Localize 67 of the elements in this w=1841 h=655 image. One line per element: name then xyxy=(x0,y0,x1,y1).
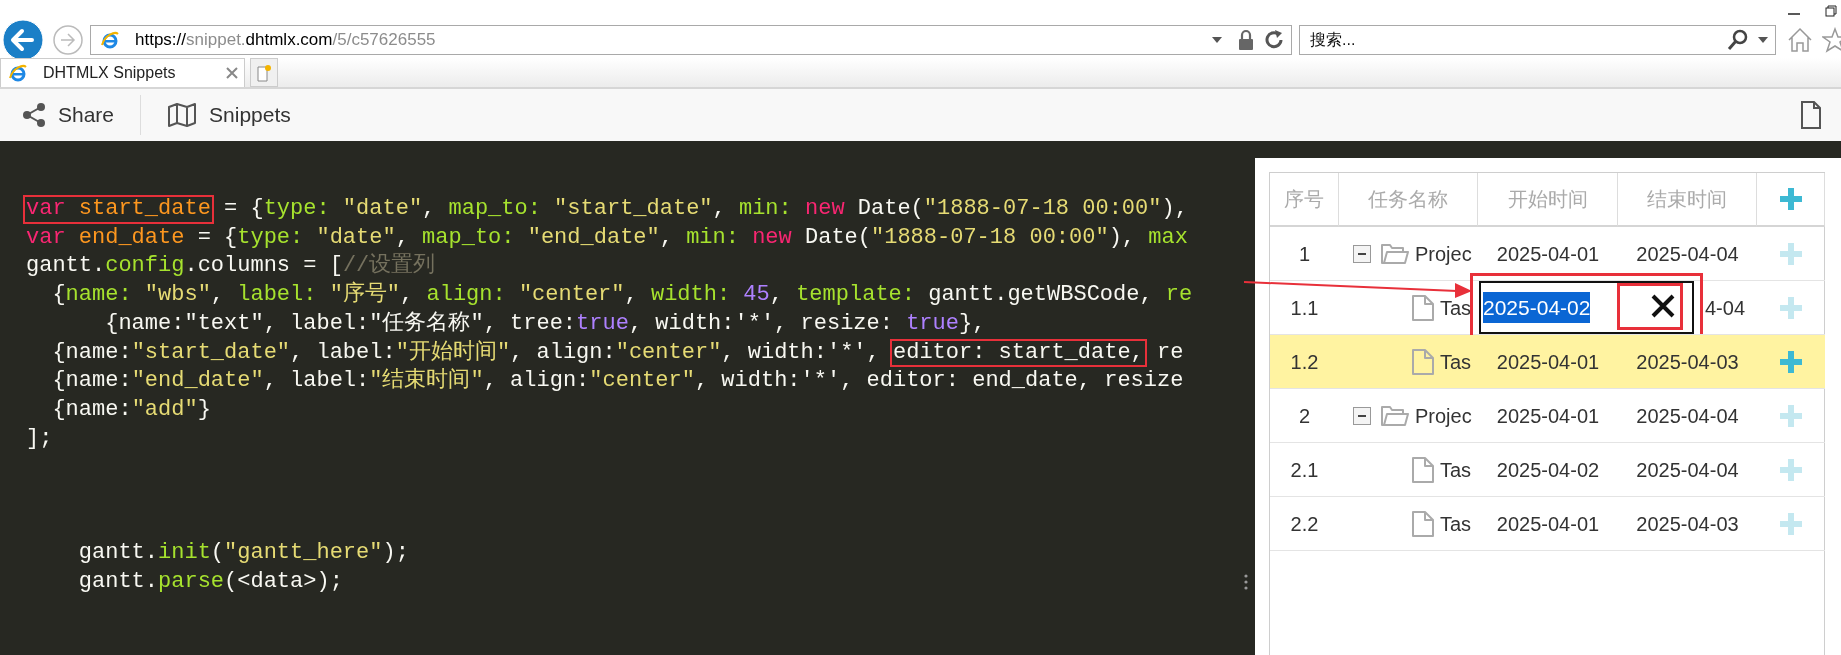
collapse-toggle-icon[interactable] xyxy=(1353,244,1371,263)
browser-tab[interactable]: DHTMLX Snippets xyxy=(0,58,245,87)
table-cell: 2.1 xyxy=(1270,443,1339,497)
address-bar[interactable]: https://snippet.dhtmlx.com/5/c57626555 xyxy=(90,25,1292,55)
table-cell: 2 xyxy=(1270,389,1339,443)
code-line: var end_date = {type: "date", map_to: "end_date", min: new Date("1888-07-18 00:00"), max xyxy=(25,223,1189,252)
url-text: /5/c57626555 xyxy=(332,30,436,50)
home-icon[interactable] xyxy=(1786,27,1814,53)
star-icon[interactable] xyxy=(1822,27,1841,53)
code-line: gantt.init("gantt_here"); xyxy=(77,539,410,568)
search-icon[interactable] xyxy=(1727,29,1749,51)
code-line: {name:"text", label:"任务名称", tree:true, width:'*', resize: true}, xyxy=(104,309,987,338)
file-icon xyxy=(1412,348,1434,375)
close-icon[interactable] xyxy=(1650,293,1676,319)
code-line: var start_date = {type: "date", map_to: "start_date", min: new Date("1888-07-18 00:00"), xyxy=(21,195,1193,224)
url-text: https:// xyxy=(135,30,187,50)
table-cell: 2025-04-04 xyxy=(1618,389,1757,443)
folder-icon xyxy=(1381,242,1409,265)
code-line: {name:"add"} xyxy=(51,395,212,424)
table-cell: 2025-04-02 xyxy=(1478,443,1618,497)
table-cell: 2.2 xyxy=(1270,497,1339,551)
toolbar-button[interactable]: Snippets xyxy=(167,99,291,131)
browser-logo-icon xyxy=(9,64,27,82)
dropdown-caret-icon[interactable] xyxy=(1757,35,1769,45)
file-icon xyxy=(1412,294,1434,321)
back-button[interactable] xyxy=(2,19,44,61)
lock-icon xyxy=(1237,29,1255,51)
task-name: Tas xyxy=(1440,457,1472,483)
code-line: gantt.parse(<data>); xyxy=(77,568,344,597)
code-line: {name:"end_date", label:"结束时间", align:"center", width:'*', editor: end_date, resize xyxy=(51,367,1185,396)
browser-logo-icon xyxy=(101,31,119,49)
restore-icon[interactable] xyxy=(1825,5,1837,17)
file-icon xyxy=(1412,510,1434,537)
add-icon[interactable] xyxy=(1779,188,1802,210)
table-cell: 2025-04-01 xyxy=(1478,389,1618,443)
table-cell: 1.2 xyxy=(1270,335,1339,389)
code-line: gantt.config.columns = [//设置列 xyxy=(25,252,437,281)
table-cell: 2025-04-01 xyxy=(1478,497,1618,551)
table-cell: 2025-04-01 xyxy=(1478,335,1618,389)
toolbar-button[interactable]: Share xyxy=(22,99,115,131)
search-field[interactable]: 搜索... xyxy=(1310,28,1690,52)
share-icon xyxy=(22,102,46,128)
code-line: ]; xyxy=(25,424,54,453)
url-text: snippet. xyxy=(186,30,246,50)
table-cell: 2025-04-03 xyxy=(1618,335,1757,389)
code-line: {name: "wbs", label: "序号", align: "center", width: 45, template: gantt.getWBSCode, re xyxy=(51,281,1194,310)
collapse-toggle-icon[interactable] xyxy=(1353,406,1371,425)
tab-title: DHTMLX Snippets xyxy=(43,63,177,83)
search-box[interactable]: 搜索... xyxy=(1299,25,1776,55)
folder-icon xyxy=(1381,404,1409,427)
table-cell: 2025-04-03 xyxy=(1618,497,1757,551)
code-line: {name:"start_date", label:"开始时间", align:"center", width:'*', editor: start_date, re xyxy=(51,338,1185,367)
url-text: dhtmlx.com xyxy=(245,30,333,50)
drag-handle-icon[interactable] xyxy=(1243,573,1249,591)
task-name: Projec xyxy=(1415,403,1472,429)
map-icon xyxy=(167,102,198,128)
table-cell: 2025-04-04 xyxy=(1618,443,1757,497)
document-icon[interactable] xyxy=(1800,101,1822,129)
date-input-field[interactable]: 2025-04-02 xyxy=(1479,281,1694,334)
refresh-icon[interactable] xyxy=(1263,29,1285,51)
task-name: Tas xyxy=(1440,511,1472,537)
dropdown-caret-icon[interactable] xyxy=(1211,35,1223,45)
task-name: Tas xyxy=(1440,295,1472,321)
file-icon xyxy=(1412,456,1434,483)
task-name: Projec xyxy=(1415,241,1472,267)
table-cell: 1 xyxy=(1270,227,1339,281)
task-name: Tas xyxy=(1440,349,1472,375)
